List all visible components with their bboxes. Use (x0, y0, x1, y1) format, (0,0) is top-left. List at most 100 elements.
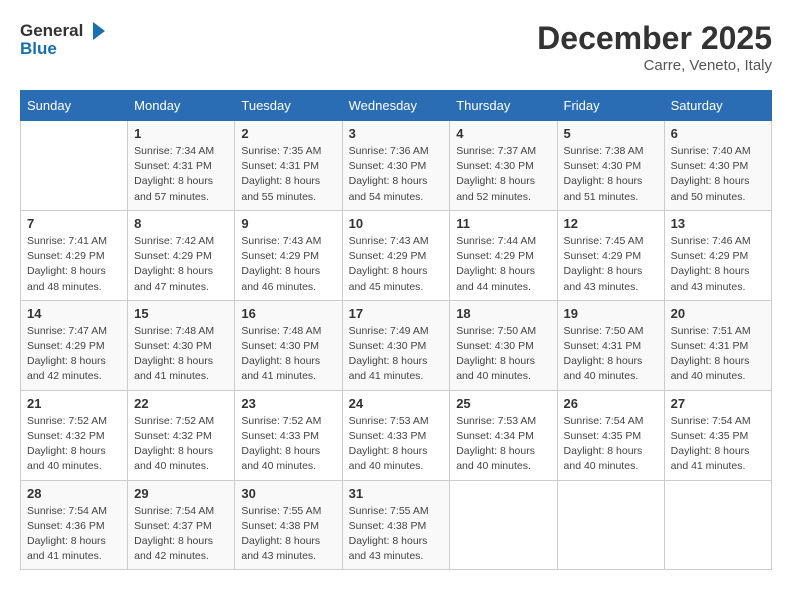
table-row: 2Sunrise: 7:35 AMSunset: 4:31 PMDaylight… (235, 121, 342, 211)
table-row: 27Sunrise: 7:54 AMSunset: 4:35 PMDayligh… (664, 390, 771, 480)
table-row: 18 Sunrise: 7:50 AMSunset: 4:30 PMDayligh… (450, 300, 557, 390)
table-row: 15Sunrise: 7:48 AMSunset: 4:30 PMDayligh… (128, 300, 235, 390)
table-row (557, 480, 664, 570)
table-row: 5 Sunrise: 7:38 AMSunset: 4:30 PMDaylight… (557, 121, 664, 211)
day-info: Sunrise: 7:36 AMSunset: 4:30 PMDaylight:… (349, 144, 444, 205)
day-info: Sunrise: 7:47 AMSunset: 4:29 PMDaylight:… (27, 324, 121, 385)
calendar-week-row: 21 Sunrise: 7:52 AMSunset: 4:32 PMDayligh… (21, 390, 772, 480)
day-info: Sunrise: 7:54 AMSunset: 4:35 PMDaylight:… (671, 414, 765, 475)
table-row: 7 Sunrise: 7:41 AMSunset: 4:29 PMDaylight… (21, 210, 128, 300)
day-info: Sunrise: 7:54 AMSunset: 4:35 PMDaylight:… (564, 414, 658, 475)
calendar-week-row: 1 Sunrise: 7:34 AMSunset: 4:31 PMDaylight… (21, 121, 772, 211)
calendar-title: December 2025 (537, 20, 772, 57)
day-number: 10 (349, 216, 444, 231)
table-row (664, 480, 771, 570)
day-info: Sunrise: 7:42 AMSunset: 4:29 PMDaylight:… (134, 234, 228, 295)
day-number: 23 (241, 396, 335, 411)
day-number: 12 (564, 216, 658, 231)
header-friday: Friday (557, 91, 664, 121)
table-row: 12 Sunrise: 7:45 AMSunset: 4:29 PMDayligh… (557, 210, 664, 300)
header-sunday: Sunday (21, 91, 128, 121)
day-number: 22 (134, 396, 228, 411)
day-number: 3 (349, 126, 444, 141)
day-info: Sunrise: 7:37 AMSunset: 4:30 PMDaylight:… (456, 144, 550, 205)
day-info: Sunrise: 7:48 AMSunset: 4:30 PMDaylight:… (241, 324, 335, 385)
day-number: 30 (241, 486, 335, 501)
day-info: Sunrise: 7:43 AMSunset: 4:29 PMDaylight:… (349, 234, 444, 295)
title-block: December 2025 Carre, Veneto, Italy (537, 20, 772, 74)
day-number: 29 (134, 486, 228, 501)
day-info: Sunrise: 7:50 AMSunset: 4:30 PMDaylight:… (456, 324, 550, 385)
day-number: 9 (241, 216, 335, 231)
table-row: 9 Sunrise: 7:43 AMSunset: 4:29 PMDaylight… (235, 210, 342, 300)
day-number: 19 (564, 306, 658, 321)
day-info: Sunrise: 7:44 AMSunset: 4:29 PMDaylight:… (456, 234, 550, 295)
day-number: 13 (671, 216, 765, 231)
table-row: 6Sunrise: 7:40 AMSunset: 4:30 PMDaylight… (664, 121, 771, 211)
table-row (450, 480, 557, 570)
day-number: 17 (349, 306, 444, 321)
table-row: 24Sunrise: 7:53 AMSunset: 4:33 PMDayligh… (342, 390, 450, 480)
day-number: 31 (349, 486, 444, 501)
day-number: 14 (27, 306, 121, 321)
day-number: 26 (564, 396, 658, 411)
table-row: 25 Sunrise: 7:53 AMSunset: 4:34 PMDayligh… (450, 390, 557, 480)
day-number: 20 (671, 306, 765, 321)
table-row: 13 Sunrise: 7:46 AMSunset: 4:29 PMDayligh… (664, 210, 771, 300)
day-number: 21 (27, 396, 121, 411)
logo-text-general: General (20, 22, 83, 41)
day-info: Sunrise: 7:40 AMSunset: 4:30 PMDaylight:… (671, 144, 765, 205)
day-number: 25 (456, 396, 550, 411)
day-info: Sunrise: 7:52 AMSunset: 4:33 PMDaylight:… (241, 414, 335, 475)
table-row: 10 Sunrise: 7:43 AMSunset: 4:29 PMDayligh… (342, 210, 450, 300)
day-info: Sunrise: 7:41 AMSunset: 4:29 PMDaylight:… (27, 234, 121, 295)
calendar-header-row: Sunday Monday Tuesday Wednesday Thursday… (21, 91, 772, 121)
table-row: 3 Sunrise: 7:36 AMSunset: 4:30 PMDaylight… (342, 121, 450, 211)
day-info: Sunrise: 7:46 AMSunset: 4:29 PMDaylight:… (671, 234, 765, 295)
calendar-week-row: 14 Sunrise: 7:47 AMSunset: 4:29 PMDayligh… (21, 300, 772, 390)
logo-text-blue: Blue (20, 40, 57, 59)
table-row: 31 Sunrise: 7:55 AMSunset: 4:38 PMDayligh… (342, 480, 450, 570)
day-number: 1 (134, 126, 228, 141)
table-row: 22Sunrise: 7:52 AMSunset: 4:32 PMDayligh… (128, 390, 235, 480)
table-row: 19 Sunrise: 7:50 AMSunset: 4:31 PMDayligh… (557, 300, 664, 390)
day-info: Sunrise: 7:34 AMSunset: 4:31 PMDaylight:… (134, 144, 228, 205)
day-number: 16 (241, 306, 335, 321)
calendar-week-row: 7 Sunrise: 7:41 AMSunset: 4:29 PMDaylight… (21, 210, 772, 300)
day-number: 7 (27, 216, 121, 231)
header-wednesday: Wednesday (342, 91, 450, 121)
day-info: Sunrise: 7:55 AMSunset: 4:38 PMDaylight:… (241, 504, 335, 565)
header-monday: Monday (128, 91, 235, 121)
table-row: 28 Sunrise: 7:54 AMSunset: 4:36 PMDayligh… (21, 480, 128, 570)
day-number: 8 (134, 216, 228, 231)
day-info: Sunrise: 7:53 AMSunset: 4:34 PMDaylight:… (456, 414, 550, 475)
day-info: Sunrise: 7:54 AMSunset: 4:36 PMDaylight:… (27, 504, 121, 565)
day-number: 11 (456, 216, 550, 231)
day-info: Sunrise: 7:52 AMSunset: 4:32 PMDaylight:… (27, 414, 121, 475)
day-number: 4 (456, 126, 550, 141)
header-tuesday: Tuesday (235, 91, 342, 121)
calendar-subtitle: Carre, Veneto, Italy (537, 57, 772, 74)
table-row: 4 Sunrise: 7:37 AMSunset: 4:30 PMDaylight… (450, 121, 557, 211)
logo-arrow-icon (85, 20, 107, 42)
table-row: 8 Sunrise: 7:42 AMSunset: 4:29 PMDaylight… (128, 210, 235, 300)
day-info: Sunrise: 7:51 AMSunset: 4:31 PMDaylight:… (671, 324, 765, 385)
table-row: 16 Sunrise: 7:48 AMSunset: 4:30 PMDayligh… (235, 300, 342, 390)
table-row: 17Sunrise: 7:49 AMSunset: 4:30 PMDayligh… (342, 300, 450, 390)
day-number: 5 (564, 126, 658, 141)
day-number: 28 (27, 486, 121, 501)
table-row (21, 121, 128, 211)
table-row: 23 Sunrise: 7:52 AMSunset: 4:33 PMDayligh… (235, 390, 342, 480)
table-row: 11 Sunrise: 7:44 AMSunset: 4:29 PMDayligh… (450, 210, 557, 300)
header-thursday: Thursday (450, 91, 557, 121)
day-number: 18 (456, 306, 550, 321)
day-info: Sunrise: 7:48 AMSunset: 4:30 PMDaylight:… (134, 324, 228, 385)
logo: General Blue (20, 20, 107, 59)
day-info: Sunrise: 7:55 AMSunset: 4:38 PMDaylight:… (349, 504, 444, 565)
day-info: Sunrise: 7:50 AMSunset: 4:31 PMDaylight:… (564, 324, 658, 385)
calendar-table: Sunday Monday Tuesday Wednesday Thursday… (20, 90, 772, 570)
day-info: Sunrise: 7:43 AMSunset: 4:29 PMDaylight:… (241, 234, 335, 295)
day-info: Sunrise: 7:38 AMSunset: 4:30 PMDaylight:… (564, 144, 658, 205)
day-info: Sunrise: 7:45 AMSunset: 4:29 PMDaylight:… (564, 234, 658, 295)
day-number: 24 (349, 396, 444, 411)
